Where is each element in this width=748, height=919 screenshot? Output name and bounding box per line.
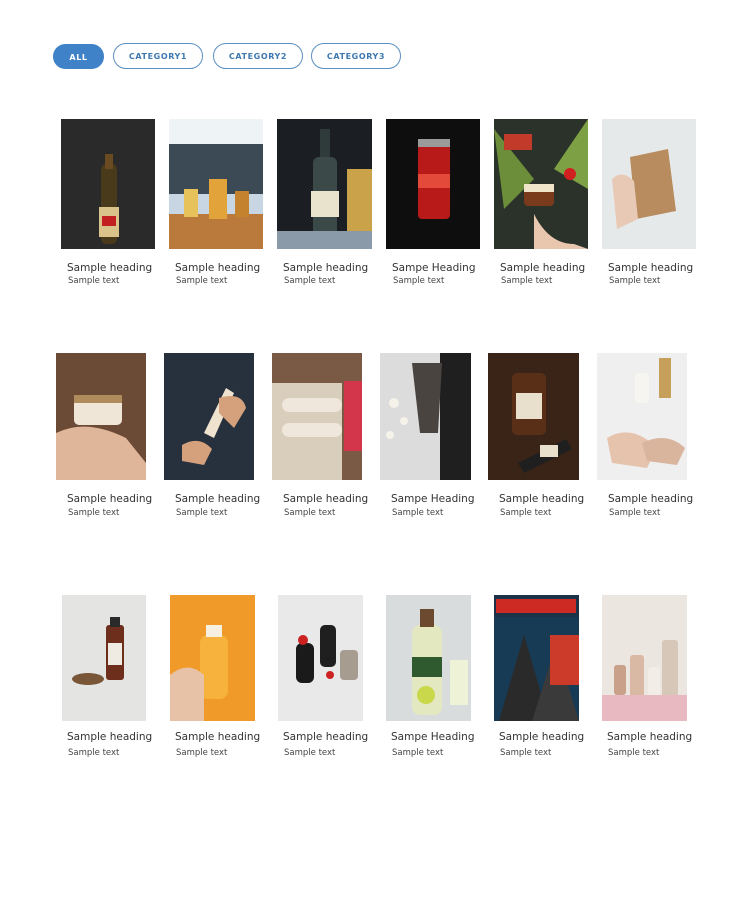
product-heading: Sample heading xyxy=(608,493,694,505)
product-image xyxy=(494,595,579,721)
product-text: Sample text xyxy=(176,508,228,518)
product-text: Sample text xyxy=(609,508,661,518)
product-image xyxy=(488,353,579,480)
product-image xyxy=(170,595,255,721)
product-image xyxy=(386,595,471,721)
product-text: Sample text xyxy=(68,276,120,286)
product-image xyxy=(272,353,362,480)
product-text: Sample text xyxy=(284,748,336,758)
product-text: Sample text xyxy=(68,748,120,758)
product-image xyxy=(169,119,263,249)
product-heading: Sample heading xyxy=(283,731,369,743)
product-heading: Sample heading xyxy=(283,493,369,505)
product-image xyxy=(386,119,480,249)
product-image xyxy=(597,353,687,480)
product-heading: Sample heading xyxy=(67,262,153,274)
filter-category1-button[interactable]: CATEGORY1 xyxy=(113,43,203,69)
product-heading: Sample heading xyxy=(175,731,261,743)
product-text: Sample text xyxy=(500,508,552,518)
product-heading: Sample heading xyxy=(175,493,261,505)
product-heading: Sampe Heading xyxy=(391,731,475,743)
product-text: Sample text xyxy=(176,276,228,286)
product-text: Sample text xyxy=(176,748,228,758)
filter-category2-button[interactable]: CATEGORY2 xyxy=(213,43,303,69)
product-image xyxy=(494,119,588,249)
product-text: Sample text xyxy=(500,748,552,758)
product-image xyxy=(277,119,372,249)
product-image xyxy=(278,595,363,721)
product-heading: Sample heading xyxy=(499,493,585,505)
product-image xyxy=(164,353,254,480)
product-heading: Sampe Heading xyxy=(392,262,476,274)
product-text: Sample text xyxy=(501,276,553,286)
product-image xyxy=(62,595,146,721)
product-heading: Sample heading xyxy=(608,262,694,274)
product-image xyxy=(380,353,471,480)
product-text: Sample text xyxy=(392,748,444,758)
product-heading: Sample heading xyxy=(67,731,153,743)
product-text: Sample text xyxy=(609,276,661,286)
product-text: Sample text xyxy=(284,276,336,286)
product-text: Sample text xyxy=(608,748,660,758)
product-image xyxy=(61,119,155,249)
product-heading: Sample heading xyxy=(67,493,153,505)
product-heading: Sample heading xyxy=(175,262,261,274)
product-image xyxy=(602,119,696,249)
filter-category3-button[interactable]: CATEGORY3 xyxy=(311,43,401,69)
product-text: Sample text xyxy=(68,508,120,518)
product-image xyxy=(56,353,146,480)
product-heading: Sample heading xyxy=(499,731,585,743)
product-text: Sample text xyxy=(284,508,336,518)
product-heading: Sample heading xyxy=(500,262,586,274)
product-text: Sample text xyxy=(392,508,444,518)
filter-all-button[interactable]: ALL xyxy=(53,44,104,69)
product-heading: Sample heading xyxy=(607,731,693,743)
product-image xyxy=(602,595,687,721)
product-text: Sample text xyxy=(393,276,445,286)
product-heading: Sampe Heading xyxy=(391,493,475,505)
product-heading: Sample heading xyxy=(283,262,369,274)
